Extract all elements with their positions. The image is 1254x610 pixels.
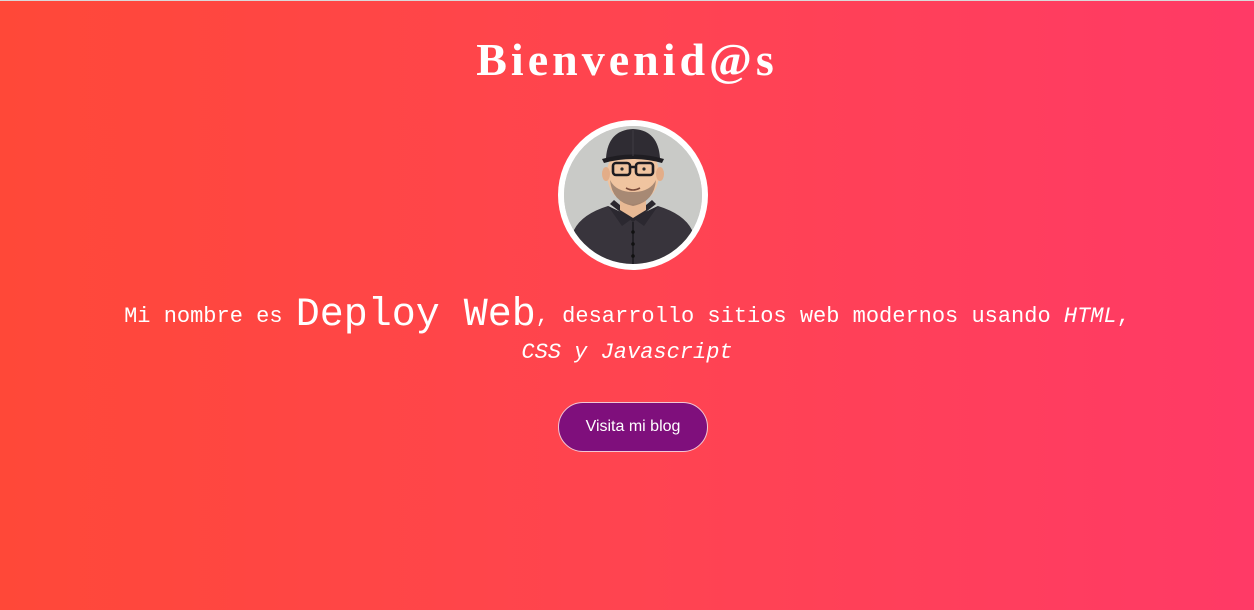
developer-name: Deploy Web [295, 293, 536, 338]
avatar [558, 120, 708, 270]
developer-avatar-icon [564, 126, 702, 264]
intro-text: Mi nombre es Deploy Web, desarrollo siti… [40, 296, 1214, 371]
top-divider [0, 0, 1254, 1]
tech-html: HTML [1063, 304, 1117, 329]
tech-css-js: CSS y Javascript [521, 340, 733, 365]
visit-blog-button[interactable]: Visita mi blog [558, 402, 708, 452]
intro-separator: , [1116, 304, 1130, 329]
intro-prefix: Mi nombre es [124, 304, 296, 329]
page-title: Bienvenid@s [476, 34, 778, 85]
intro-middle: , desarrollo sitios web modernos usando [535, 304, 1064, 329]
